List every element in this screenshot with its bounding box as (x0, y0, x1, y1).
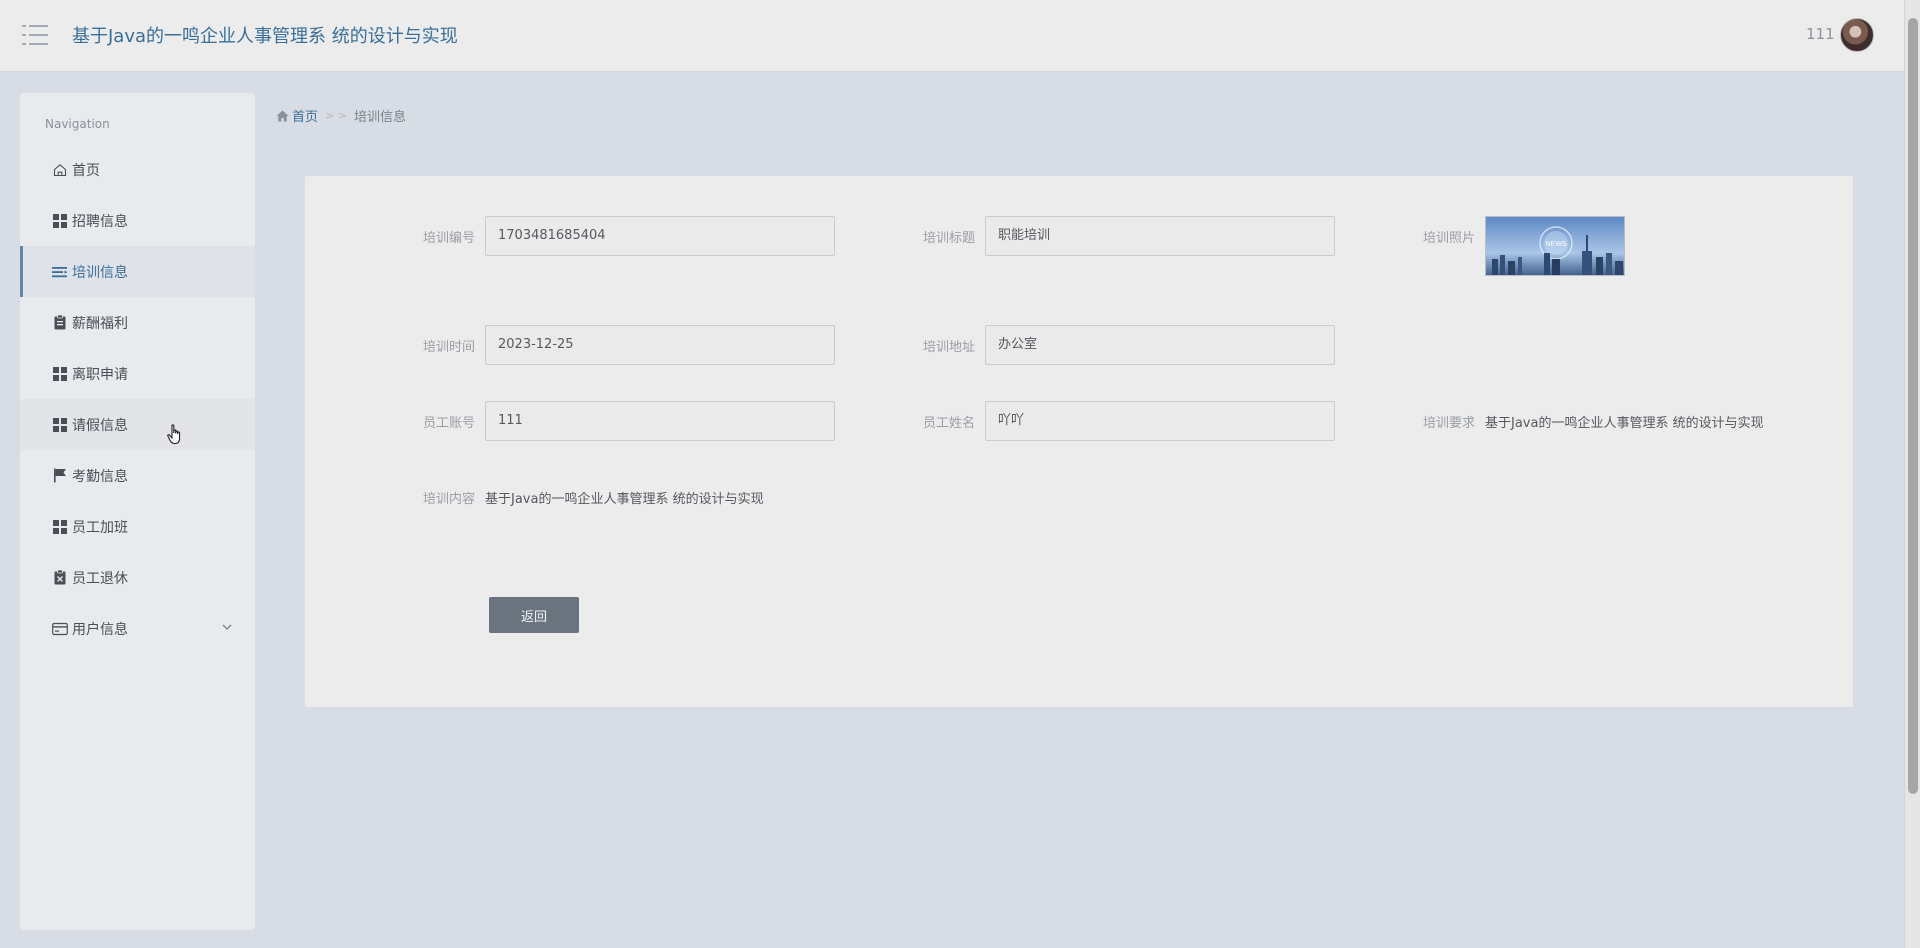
breadcrumb-home-label[interactable]: 首页 (292, 106, 318, 125)
flag-icon (52, 468, 68, 484)
sidebar-item-attendance[interactable]: 考勤信息 (20, 450, 255, 501)
training-photo[interactable]: NEWS (1485, 216, 1625, 276)
training-no-field[interactable]: 1703481685404 (485, 216, 835, 256)
username[interactable]: 111 (1806, 25, 1835, 43)
photo-caption: NEWS (1546, 241, 1567, 248)
page-scrollbar[interactable] (1904, 0, 1920, 948)
training-photo-label: 培训照片 (1422, 231, 1475, 246)
nav-list: 首页 招聘信息 培训信息 薪酬福利 离职申请 请假信息 考勤信息 员工加班 员工… (20, 144, 255, 654)
training-address-label: 培训地址 (922, 340, 975, 355)
training-title-field[interactable]: 职能培训 (985, 216, 1335, 256)
training-detail-card: 培训编号 1703481685404 培训标题 职能培训 培训照片 NEWS 培… (305, 176, 1853, 707)
breadcrumb-separator: > > (325, 109, 347, 122)
sidebar-item-label: 用户信息 (72, 621, 128, 638)
top-bar: 基于Java的一鸣企业人事管理系 统的设计与实现 111 (0, 0, 1904, 72)
sidebar-item-user-info[interactable]: 用户信息 (20, 603, 255, 654)
nav-heading: Navigation (45, 117, 110, 131)
training-no-label: 培训编号 (422, 231, 475, 246)
breadcrumb: 首页 > > 培训信息 (276, 106, 406, 125)
breadcrumb-home[interactable]: 首页 (276, 106, 318, 125)
grid-icon (52, 519, 68, 535)
grid-icon (52, 417, 68, 433)
grid-icon (52, 366, 68, 382)
sidebar-item-label: 员工加班 (72, 519, 128, 536)
training-requirement-value: 基于Java的一鸣企业人事管理系 统的设计与实现 (1485, 416, 1764, 431)
sidebar-item-leave[interactable]: 请假信息 (20, 399, 255, 450)
chevron-down-icon[interactable] (221, 621, 233, 633)
grid-icon (52, 213, 68, 229)
sidebar-item-resignation[interactable]: 离职申请 (20, 348, 255, 399)
sidebar-item-label: 薪酬福利 (72, 315, 128, 332)
sidebar-item-label: 招聘信息 (72, 213, 128, 230)
sidebar-item-label: 员工退休 (72, 570, 128, 587)
training-title-label: 培训标题 (922, 231, 975, 246)
training-address-field[interactable]: 办公室 (985, 325, 1335, 365)
employee-name-field[interactable]: 吖吖 (985, 401, 1335, 441)
training-time-field[interactable]: 2023-12-25 (485, 325, 835, 365)
back-button[interactable]: 返回 (489, 597, 579, 633)
sidebar-item-home[interactable]: 首页 (20, 144, 255, 195)
clipboard-x-icon (52, 570, 68, 586)
sidebar-item-label: 考勤信息 (72, 468, 128, 485)
training-requirement-label: 培训要求 (1422, 416, 1475, 431)
home-icon (52, 162, 68, 178)
sidebar-item-label: 离职申请 (72, 366, 128, 383)
app-title: 基于Java的一鸣企业人事管理系 统的设计与实现 (72, 26, 458, 47)
breadcrumb-current: 培训信息 (353, 110, 406, 125)
menu-toggle-icon[interactable] (22, 22, 50, 48)
sidebar-item-recruitment[interactable]: 招聘信息 (20, 195, 255, 246)
employee-account-label: 员工账号 (422, 416, 475, 431)
wallet-icon (52, 621, 68, 637)
training-content-label: 培训内容 (422, 492, 475, 507)
sidebar-item-label: 首页 (72, 162, 100, 179)
employee-account-field[interactable]: 111 (485, 401, 835, 441)
employee-name-label: 员工姓名 (922, 416, 975, 431)
sidebar-item-salary[interactable]: 薪酬福利 (20, 297, 255, 348)
sidebar-item-label: 请假信息 (72, 417, 128, 434)
sidebar-item-retirement[interactable]: 员工退休 (20, 552, 255, 603)
clipboard-icon (52, 315, 68, 331)
sidebar-item-overtime[interactable]: 员工加班 (20, 501, 255, 552)
scrollbar-thumb[interactable] (1908, 18, 1918, 794)
list-icon (52, 264, 68, 280)
avatar[interactable] (1840, 18, 1874, 52)
training-content-value: 基于Java的一鸣企业人事管理系 统的设计与实现 (485, 492, 764, 507)
sidebar: Navigation 首页 招聘信息 培训信息 薪酬福利 离职申请 请假信息 考… (20, 93, 255, 930)
sidebar-item-training[interactable]: 培训信息 (20, 246, 255, 297)
home-icon (276, 110, 289, 121)
sidebar-item-label: 培训信息 (72, 264, 128, 281)
training-time-label: 培训时间 (422, 340, 475, 355)
